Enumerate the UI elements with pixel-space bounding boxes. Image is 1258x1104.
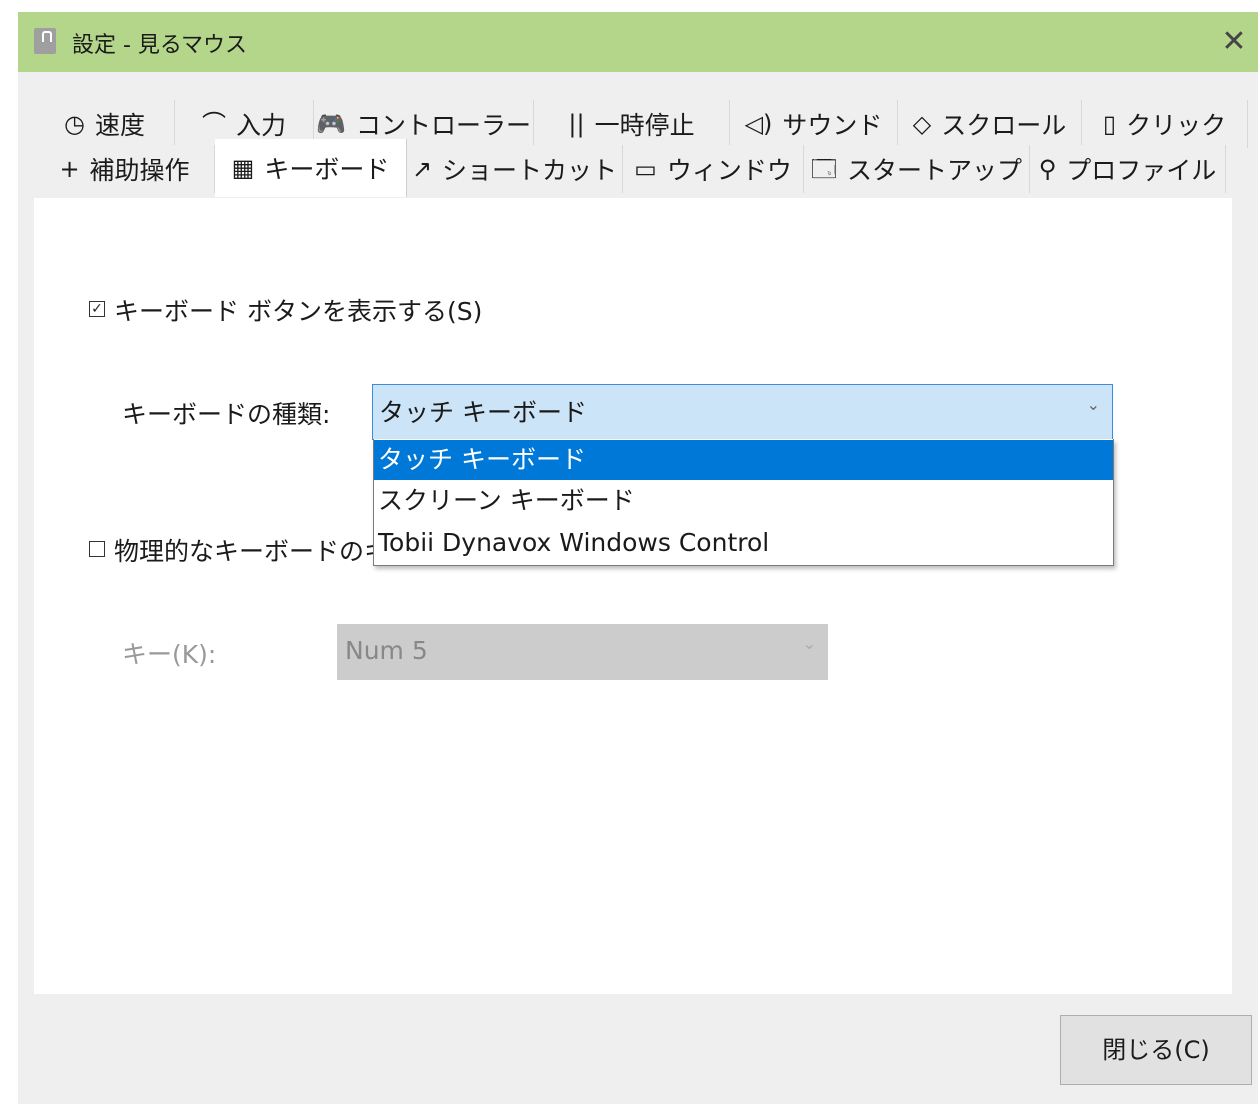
tab-click[interactable]: ▯ クリック: [1082, 100, 1248, 148]
tab-label: ショートカット: [442, 156, 618, 185]
gamepad-icon: 🎮: [316, 110, 346, 138]
user-icon: ⚲: [1038, 155, 1057, 183]
window-icon: ▭: [634, 155, 657, 183]
tab-assist[interactable]: + 補助操作: [35, 145, 215, 193]
tab-label: スタートアップ: [847, 156, 1023, 185]
tab-label: 速度: [94, 111, 145, 140]
chevron-down-icon: ⌄: [802, 634, 816, 653]
arrow-icon: ↗: [411, 155, 433, 183]
clock-icon: ◷: [64, 110, 85, 138]
mouse-icon: ▯: [1102, 110, 1117, 138]
tab-row-2: + 補助操作 ▦ キーボード ↗ ショートカット ▭ ウィンドウ 🗔 スタートア…: [35, 139, 1226, 197]
keyboard-settings-panel: ✓ キーボード ボタンを表示する(S) キーボードの種類: タッチ キーボード …: [34, 198, 1232, 994]
keyboard-icon: ▦: [231, 154, 255, 182]
title-bar[interactable]: 設定 - 見るマウス ✕: [18, 12, 1258, 72]
tab-label: コントローラー: [355, 111, 531, 140]
close-window-button[interactable]: ✕: [1214, 22, 1254, 62]
dropdown-option[interactable]: Tobii Dynavox Windows Control: [374, 523, 1113, 563]
tab-label: プロファイル: [1066, 156, 1217, 185]
show-keyboard-button-label: キーボード ボタンを表示する(S): [114, 297, 483, 326]
tab-keyboard[interactable]: ▦ キーボード: [215, 139, 407, 197]
eye-icon: ⌒: [201, 110, 226, 138]
keyboard-type-value: タッチ キーボード: [379, 398, 587, 427]
tab-speed[interactable]: ◷ 速度: [35, 100, 175, 148]
scroll-icon: ◇: [912, 110, 932, 138]
keyboard-type-label: キーボードの種類:: [122, 400, 331, 429]
tab-scroll[interactable]: ◇ スクロール: [898, 100, 1082, 148]
mouse-app-icon: [34, 28, 56, 54]
settings-window: 設定 - 見るマウス ✕ ◷ 速度 ⌒ 入力 🎮 コントローラー || 一時停止…: [18, 12, 1258, 1104]
key-select: Num 5 ⌄: [337, 624, 828, 680]
physical-keyboard-label: 物理的なキーボードのキ: [114, 537, 390, 566]
tab-label: ウィンドウ: [666, 156, 792, 185]
tab-window[interactable]: ▭ ウィンドウ: [623, 145, 804, 193]
keyboard-type-dropdown: タッチ キーボード スクリーン キーボード Tobii Dynavox Wind…: [373, 439, 1114, 566]
tab-profile[interactable]: ⚲ プロファイル: [1030, 145, 1226, 193]
chevron-down-icon: ⌄: [1086, 395, 1100, 414]
window-title: 設定 - 見るマウス: [72, 33, 248, 58]
tab-label: クリック: [1126, 111, 1227, 140]
dropdown-option[interactable]: タッチ キーボード: [374, 440, 1113, 480]
pause-icon: ||: [568, 110, 585, 138]
tab-shortcut[interactable]: ↗ ショートカット: [407, 145, 623, 193]
show-keyboard-button-checkbox[interactable]: ✓: [89, 301, 105, 317]
tab-label: 一時停止: [594, 111, 695, 140]
tab-startup[interactable]: 🗔 スタートアップ: [804, 145, 1030, 193]
key-label: キー(K):: [122, 640, 217, 669]
tab-label: キーボード: [264, 155, 390, 184]
plus-icon: +: [59, 155, 80, 183]
tab-label: 入力: [235, 111, 286, 140]
tab-sound[interactable]: ◁) サウンド: [730, 100, 898, 148]
key-value: Num 5: [345, 636, 428, 665]
tab-label: スクロール: [941, 111, 1067, 140]
tab-label: サウンド: [782, 111, 883, 140]
physical-keyboard-checkbox[interactable]: [89, 541, 105, 557]
close-button[interactable]: 閉じる(C): [1060, 1015, 1252, 1085]
dropdown-option[interactable]: スクリーン キーボード: [374, 481, 1113, 521]
startup-icon: 🗔: [810, 155, 837, 183]
tab-pause[interactable]: || 一時停止: [534, 100, 730, 148]
keyboard-type-select[interactable]: タッチ キーボード ⌄: [372, 384, 1113, 440]
speaker-icon: ◁): [744, 110, 773, 138]
tab-label: 補助操作: [89, 156, 190, 185]
